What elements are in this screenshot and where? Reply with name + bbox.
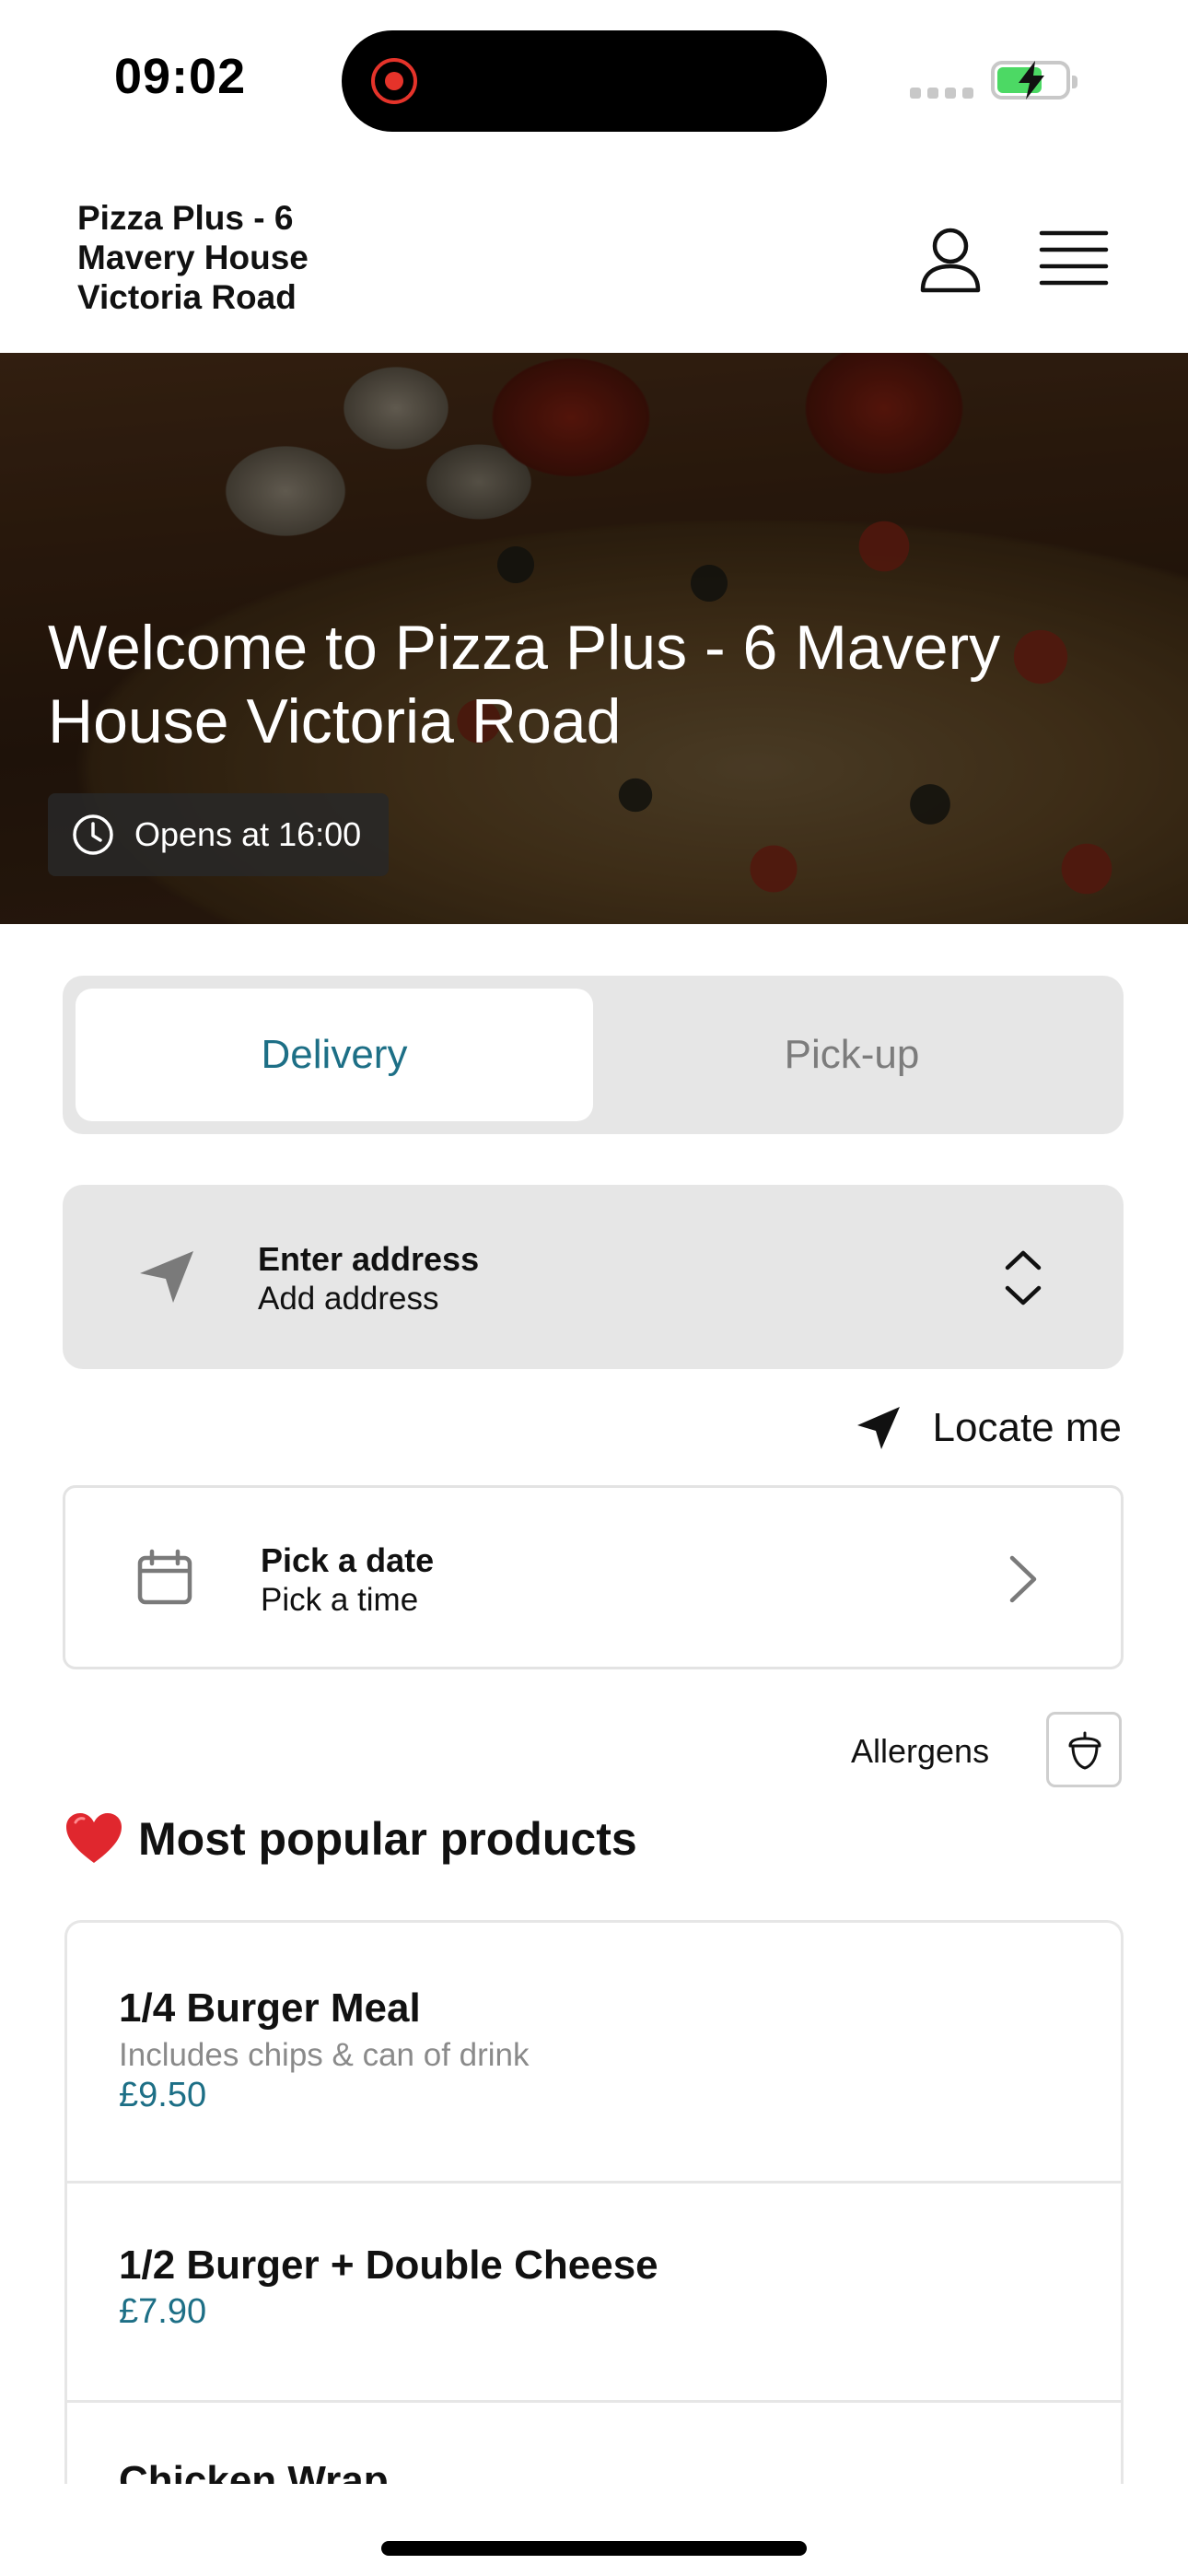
chevron-up-down-icon [1005,1250,1042,1306]
locate-me-button[interactable]: Locate me [856,1400,1122,1456]
product-card[interactable]: 1/4 Burger Meal Includes chips & can of … [67,1923,1121,2184]
site-header: Pizza Plus - 6 Mavery House Victoria Roa… [0,161,1188,355]
location-arrow-icon [856,1407,900,1449]
product-description: Includes chips & can of drink [119,2037,530,2073]
order-mode-toggle: Delivery Pick-up [63,976,1124,1134]
menu-button[interactable] [1039,228,1109,288]
product-price: £7.90 [119,2292,207,2331]
pick-time-label: Pick a time [261,1582,419,1618]
product-name: 1/2 Burger + Double Cheese [119,2242,658,2288]
bottom-safe-area [0,2484,1188,2576]
chevron-right-icon [1009,1555,1037,1603]
popular-section-title: Most popular products [138,1813,637,1865]
hero-title: Welcome to Pizza Plus - 6 Mavery House V… [48,613,1001,756]
address-title: Enter address [258,1240,480,1278]
tab-delivery[interactable]: Delivery [76,989,593,1121]
account-button[interactable] [914,222,987,296]
user-icon [920,228,981,293]
heart-icon [66,1813,122,1863]
opening-hours-text: Opens at 16:00 [134,815,362,853]
battery-icon [991,61,1077,100]
product-name: 1/4 Burger Meal [119,1985,421,2031]
hero-banner: Welcome to Pizza Plus - 6 Mavery House V… [0,353,1188,924]
address-subtitle: Add address [258,1281,439,1317]
home-indicator[interactable] [381,2541,807,2556]
date-time-picker[interactable]: Pick a date Pick a time [63,1485,1124,1669]
pick-date-label: Pick a date [261,1541,435,1579]
product-name: Chicken Wrap [119,2458,389,2484]
calendar-icon [137,1549,192,1605]
allergens-label: Allergens [851,1732,990,1770]
popular-product-list: 1/4 Burger Meal Includes chips & can of … [64,1920,1124,2484]
navigation-arrow-icon [140,1251,193,1303]
clock-icon [73,814,113,855]
address-selector[interactable]: Enter address Add address [63,1185,1124,1369]
tab-pickup[interactable]: Pick-up [593,989,1111,1121]
popular-section-heading: Most popular products [64,1811,637,1867]
recording-indicator-icon [371,58,417,104]
product-card[interactable]: Chicken Wrap [67,2403,1121,2484]
product-card[interactable]: 1/2 Burger + Double Cheese £7.90 [67,2184,1121,2403]
locate-me-label: Locate me [932,1405,1122,1450]
cellular-signal-icon [910,88,973,99]
opening-hours-badge: Opens at 16:00 [48,793,390,876]
store-name[interactable]: Pizza Plus - 6 Mavery House Victoria Roa… [77,198,390,317]
hamburger-menu-icon [1039,230,1109,286]
status-bar: 09:02 [0,0,1188,161]
status-time: 09:02 [114,49,247,104]
charging-bolt-icon [1019,61,1044,100]
acorn-icon [1068,1731,1101,1770]
product-price: £9.50 [119,2076,207,2114]
dynamic-island [342,30,827,132]
allergens-button[interactable] [1046,1712,1122,1787]
